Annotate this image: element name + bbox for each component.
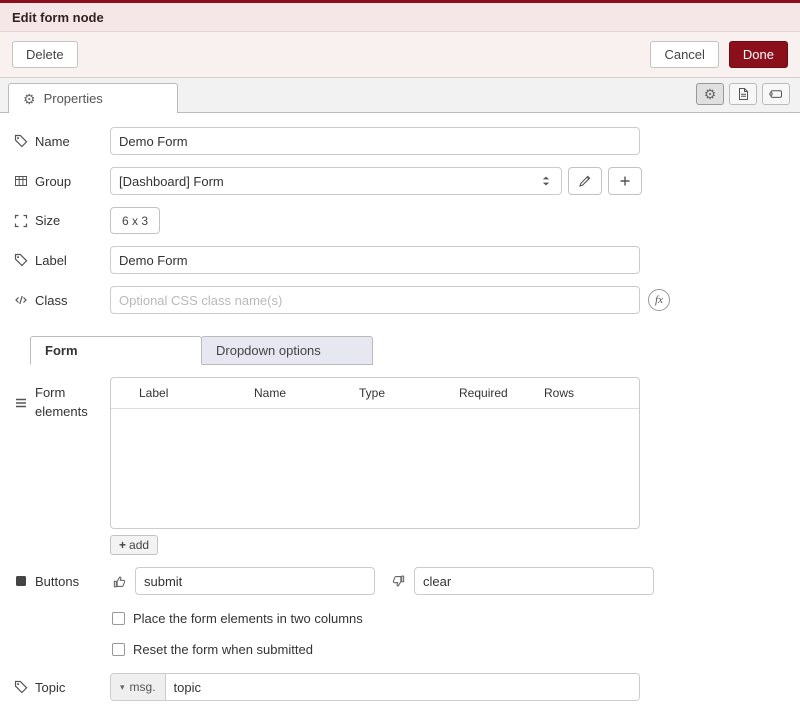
subtab-form-label: Form — [45, 343, 78, 358]
list-icon — [14, 396, 28, 410]
size-row: Size 6 x 3 — [14, 207, 786, 234]
name-row: Name — [14, 127, 786, 155]
clear-button-text-input[interactable] — [414, 567, 654, 595]
form-elements-row: Form elements Label Name Type Required R… — [14, 377, 786, 555]
add-group-button[interactable] — [608, 167, 642, 195]
label-input[interactable] — [110, 246, 640, 274]
thumbs-down-icon — [391, 574, 406, 589]
topic-type-select[interactable]: ▾ msg. — [111, 674, 166, 700]
pencil-icon — [578, 174, 592, 188]
caret-down-icon: ▾ — [120, 683, 125, 692]
label-row: Label — [14, 246, 786, 274]
form-elements-label: Form elements — [14, 377, 110, 422]
name-label-text: Name — [35, 134, 70, 149]
column-required: Required — [459, 386, 544, 400]
group-select-value: [Dashboard] Form — [119, 174, 224, 189]
add-element-button[interactable]: + add — [110, 535, 158, 555]
label-label-text: Label — [35, 253, 67, 268]
column-rows: Rows — [544, 386, 639, 400]
form-elements-header: Label Name Type Required Rows — [111, 378, 639, 409]
group-label: Group — [14, 174, 110, 189]
table-icon — [14, 174, 28, 188]
class-label-text: Class — [35, 293, 68, 308]
cancel-button[interactable]: Cancel — [650, 41, 718, 68]
reset-checkbox-label: Reset the form when submitted — [133, 642, 313, 657]
reset-checkbox-row: Reset the form when submitted — [112, 642, 786, 657]
thumbs-up-icon — [112, 574, 127, 589]
plus-icon — [618, 174, 632, 188]
submit-button-text-input[interactable] — [135, 567, 375, 595]
tag-icon — [14, 253, 28, 267]
column-label: Label — [139, 386, 254, 400]
reset-checkbox[interactable] — [112, 643, 125, 656]
topic-type-label: msg. — [130, 680, 156, 694]
form-elements-list: Label Name Type Required Rows — [110, 377, 640, 529]
add-element-label: add — [129, 538, 149, 552]
group-row: Group [Dashboard] Form — [14, 167, 786, 195]
resize-icon — [14, 214, 28, 228]
topic-input[interactable] — [166, 674, 639, 700]
gear-icon: ⚙ — [704, 87, 717, 101]
appearance-icon — [769, 87, 783, 101]
two-columns-checkbox-label: Place the form elements in two columns — [133, 611, 363, 626]
select-arrows-icon — [539, 174, 553, 188]
group-label-text: Group — [35, 174, 71, 189]
form-subtabs: Form Dropdown options — [30, 336, 800, 365]
name-input[interactable] — [110, 127, 640, 155]
class-input[interactable] — [110, 286, 640, 314]
tab-properties[interactable]: ⚙ Properties — [8, 83, 178, 113]
properties-panel: Name Group [Dashboard] Form Size — [0, 113, 800, 701]
editor-tabs-bar: ⚙ Properties ⚙ — [0, 77, 800, 113]
column-name: Name — [254, 386, 359, 400]
class-row: Class fx — [14, 286, 786, 314]
subtab-dropdown-label: Dropdown options — [216, 343, 321, 358]
tag-icon — [14, 680, 28, 694]
form-elements-label-text: Form elements — [35, 384, 93, 422]
plus-icon: + — [119, 538, 126, 552]
buttons-label-text: Buttons — [35, 574, 79, 589]
done-button[interactable]: Done — [729, 41, 788, 68]
column-type: Type — [359, 386, 459, 400]
dialog-title: Edit form node — [12, 10, 104, 25]
topic-row: Topic ▾ msg. — [14, 673, 786, 701]
description-button[interactable] — [729, 83, 757, 105]
size-button[interactable]: 6 x 3 — [110, 207, 160, 234]
subtab-dropdown-options[interactable]: Dropdown options — [201, 336, 373, 365]
dialog-header: Edit form node — [0, 3, 800, 32]
two-columns-checkbox[interactable] — [112, 612, 125, 625]
buttons-label: Buttons — [14, 574, 110, 589]
form-elements-panel: Label Name Type Required Rows + add — [110, 377, 640, 555]
topic-typed-input: ▾ msg. — [110, 673, 640, 701]
size-label-text: Size — [35, 213, 60, 228]
appearance-button[interactable] — [762, 83, 790, 105]
document-icon — [736, 87, 750, 101]
buttons-row: Buttons — [14, 567, 786, 595]
form-elements-empty — [111, 409, 639, 523]
name-label: Name — [14, 134, 110, 149]
edit-group-button[interactable] — [568, 167, 602, 195]
subtab-form[interactable]: Form — [30, 336, 202, 365]
topic-label-text: Topic — [35, 680, 65, 695]
tag-icon — [14, 134, 28, 148]
code-icon — [14, 293, 28, 307]
class-label: Class — [14, 293, 110, 308]
size-label: Size — [14, 213, 110, 228]
topic-label: Topic — [14, 680, 110, 695]
tabs-toolbar: ⚙ — [696, 83, 790, 105]
tab-properties-label: Properties — [44, 91, 103, 106]
fx-badge[interactable]: fx — [648, 289, 670, 311]
square-icon — [14, 574, 28, 588]
two-columns-checkbox-row: Place the form elements in two columns — [112, 611, 786, 626]
label-label: Label — [14, 253, 110, 268]
gear-icon: ⚙ — [23, 92, 36, 106]
delete-button[interactable]: Delete — [12, 41, 78, 68]
toolbar-right: Cancel Done — [650, 41, 788, 68]
properties-gear-button[interactable]: ⚙ — [696, 83, 724, 105]
dialog-toolbar: Delete Cancel Done — [0, 32, 800, 77]
group-select[interactable]: [Dashboard] Form — [110, 167, 562, 195]
edit-form-node-dialog: Edit form node Delete Cancel Done ⚙ Prop… — [0, 0, 800, 726]
